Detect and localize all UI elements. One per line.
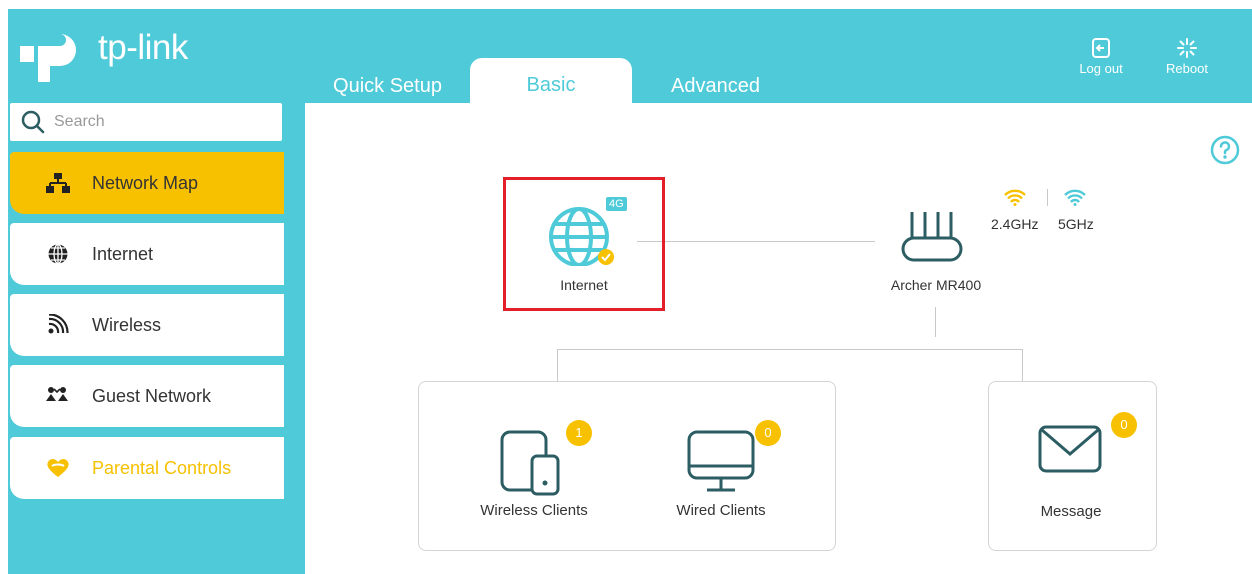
reboot-button[interactable]: Reboot — [1162, 37, 1212, 76]
connector-router-down — [935, 307, 936, 337]
router-label: Archer MR400 — [890, 277, 982, 293]
connector-branch — [557, 349, 1023, 350]
band-5ghz-label: 5GHz — [1058, 216, 1094, 232]
brand-name: tp-link — [98, 28, 188, 67]
guest-network-icon — [46, 387, 68, 401]
router-icon — [901, 212, 963, 262]
tab-advanced[interactable]: Advanced — [648, 62, 783, 110]
sidebar-item-network-map[interactable]: Network Map — [10, 152, 284, 214]
sidebar-item-label: Wireless — [92, 315, 162, 335]
message-node[interactable]: 0 Message — [1005, 410, 1137, 530]
search-input[interactable]: Search — [10, 103, 282, 141]
wifi-5ghz-icon — [1064, 189, 1086, 206]
wireless-clients-node[interactable]: 1 Wireless Clients — [470, 420, 600, 530]
internet-node-highlight[interactable]: 4G Internet — [503, 177, 665, 311]
heart-icon — [47, 459, 69, 477]
tp-link-logo-icon — [20, 34, 76, 82]
wired-clients-icon — [687, 430, 755, 492]
wired-clients-node[interactable]: 0 Wired Clients — [657, 420, 787, 530]
sidebar-item-label: Guest Network — [92, 386, 212, 406]
band-2-4ghz-label: 2.4GHz — [991, 216, 1039, 232]
search-icon — [21, 110, 45, 134]
wired-clients-count: 0 — [755, 420, 781, 446]
wireless-clients-label: Wireless Clients — [480, 502, 588, 519]
message-count: 0 — [1111, 412, 1137, 438]
envelope-icon — [1038, 425, 1102, 473]
wifi-2-4ghz-icon — [1004, 189, 1026, 206]
logout-button[interactable]: Log out — [1076, 37, 1126, 76]
logout-icon — [1092, 38, 1110, 58]
wireless-icon — [48, 314, 69, 334]
message-label: Message — [1040, 503, 1102, 520]
sidebar-item-wireless[interactable]: Wireless — [10, 294, 284, 356]
top-bar: tp-link Quick Setup Basic Advanced Log o… — [8, 9, 1252, 112]
sidebar-item-label: Network Map — [92, 173, 199, 193]
logout-label: Log out — [1079, 61, 1123, 76]
band-divider — [1047, 189, 1048, 206]
wired-clients-label: Wired Clients — [676, 502, 766, 519]
network-type-badge: 4G — [606, 197, 627, 211]
tab-quick-setup[interactable]: Quick Setup — [320, 62, 455, 110]
router-node[interactable]: Archer MR400 — [880, 200, 1000, 300]
tp-link-logo[interactable]: tp-link — [20, 24, 210, 84]
wireless-clients-count: 1 — [566, 420, 592, 446]
tab-basic[interactable]: Basic — [470, 58, 632, 112]
reboot-icon — [1177, 38, 1197, 58]
help-icon — [1210, 135, 1240, 165]
sidebar-item-parental-controls[interactable]: Parental Controls — [10, 437, 284, 499]
network-map-icon — [46, 173, 70, 193]
reboot-label: Reboot — [1166, 61, 1208, 76]
sidebar-item-label: Internet — [92, 244, 154, 264]
internet-label: Internet — [560, 277, 608, 293]
wireless-clients-icon — [500, 430, 560, 496]
connector-internet-router — [637, 241, 875, 242]
connector-left-down — [557, 349, 558, 381]
help-button[interactable] — [1210, 135, 1240, 170]
sidebar-item-label: Parental Controls — [92, 458, 232, 478]
globe-icon — [48, 243, 68, 265]
sidebar-item-guest-network[interactable]: Guest Network — [10, 365, 284, 427]
connector-right-down — [1022, 349, 1023, 381]
search-placeholder: Search — [54, 113, 105, 130]
sidebar-item-internet[interactable]: Internet — [10, 223, 284, 285]
